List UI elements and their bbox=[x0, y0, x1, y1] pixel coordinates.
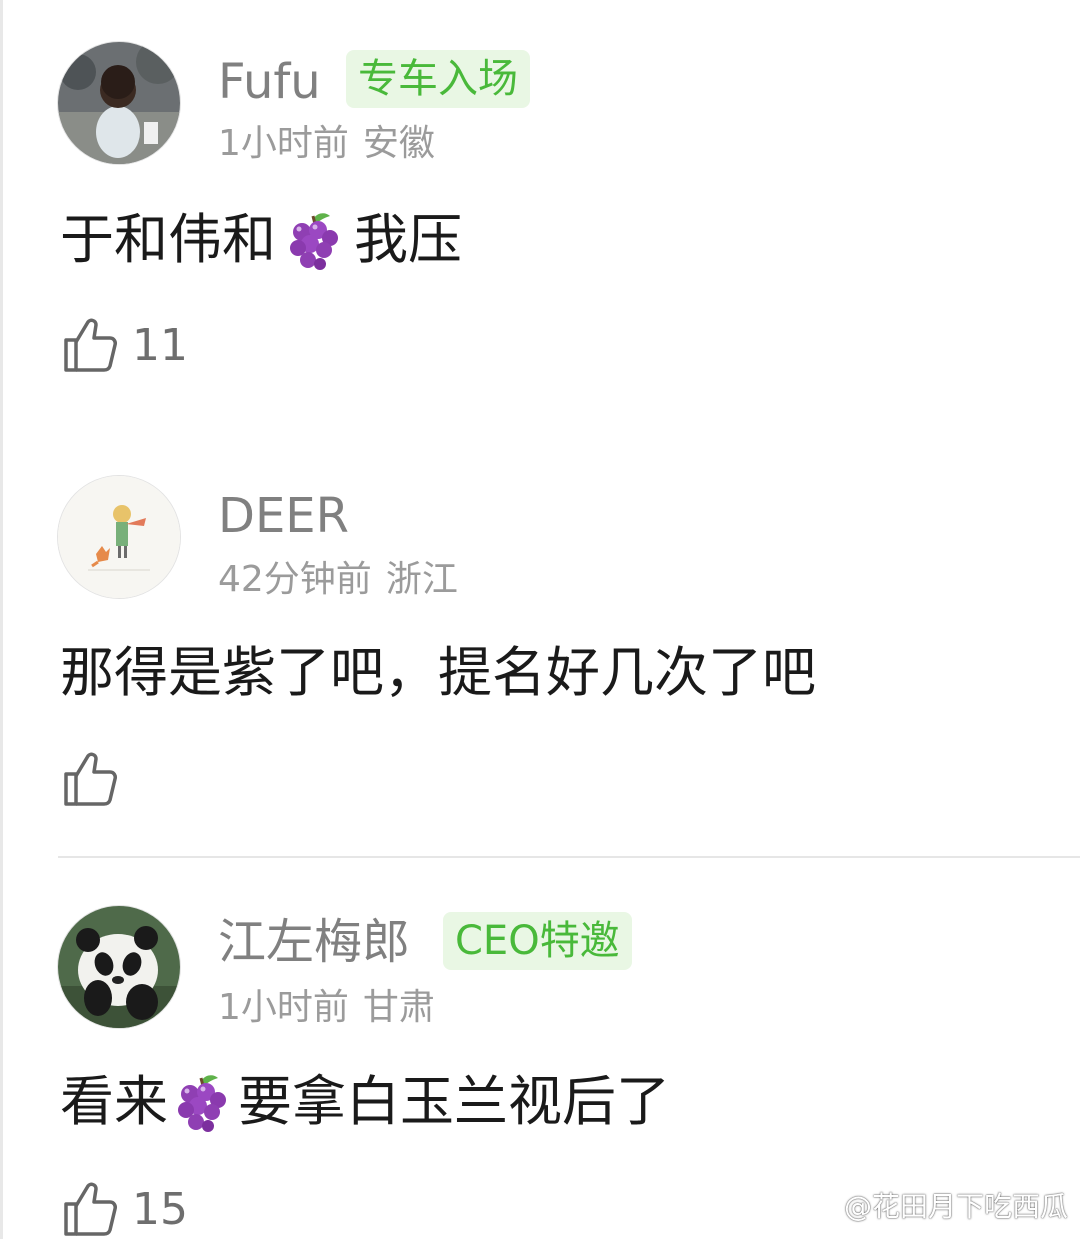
comment-location: 安徽 bbox=[362, 123, 435, 164]
grape-emoji bbox=[178, 1075, 226, 1132]
comment-text-part: 我压 bbox=[354, 208, 462, 271]
comment-location: 甘肃 bbox=[362, 987, 435, 1028]
comment-time: 42分钟前 bbox=[218, 559, 372, 600]
thumbs-up-icon bbox=[64, 318, 117, 372]
comment-text-part: 于和伟和 bbox=[60, 208, 276, 271]
comment-text-part: 要拿白玉兰视后了 bbox=[238, 1070, 670, 1133]
like-button[interactable]: 15 bbox=[62, 1180, 188, 1238]
comment-list: Fufu 专车入场 1小时前 安徽 于和伟和 我压 11 DEER 42分钟前 … bbox=[0, 0, 1080, 1239]
like-count: 15 bbox=[132, 1183, 188, 1235]
comment-text-part: 那得是紫了吧，提名好几次了吧 bbox=[60, 641, 816, 704]
comment-text: 那得是紫了吧，提名好几次了吧 bbox=[60, 646, 816, 700]
avatar[interactable] bbox=[58, 476, 180, 598]
thumbs-up-icon bbox=[64, 1182, 117, 1236]
comment-location: 浙江 bbox=[385, 559, 458, 600]
comment-time: 1小时前 bbox=[218, 123, 349, 164]
user-badge: 专车入场 bbox=[346, 50, 530, 108]
avatar[interactable] bbox=[58, 906, 180, 1028]
user-badge: CEO特邀 bbox=[443, 912, 632, 970]
comment-meta: 1小时前 安徽 bbox=[218, 126, 435, 162]
username[interactable]: 江左梅郎 bbox=[218, 918, 410, 966]
username[interactable]: Fufu bbox=[218, 58, 321, 106]
username[interactable]: DEER bbox=[218, 492, 349, 540]
like-button[interactable]: 11 bbox=[62, 316, 188, 374]
comment-text: 于和伟和 我压 bbox=[60, 208, 462, 272]
grape-emoji bbox=[290, 213, 338, 270]
watermark: @花田月下吃西瓜 bbox=[843, 1190, 1068, 1223]
comment-meta: 1小时前 甘肃 bbox=[218, 990, 435, 1026]
thumbs-up-icon bbox=[64, 752, 117, 806]
comment-meta: 42分钟前 浙江 bbox=[218, 562, 458, 598]
comment-time: 1小时前 bbox=[218, 987, 349, 1028]
like-button[interactable] bbox=[62, 750, 132, 808]
like-count: 11 bbox=[132, 319, 188, 371]
divider bbox=[58, 856, 1080, 858]
left-border bbox=[0, 0, 3, 1239]
avatar[interactable] bbox=[58, 42, 180, 164]
comment-text: 看来 要拿白玉兰视后了 bbox=[60, 1070, 670, 1134]
comment-text-part: 看来 bbox=[60, 1070, 168, 1133]
